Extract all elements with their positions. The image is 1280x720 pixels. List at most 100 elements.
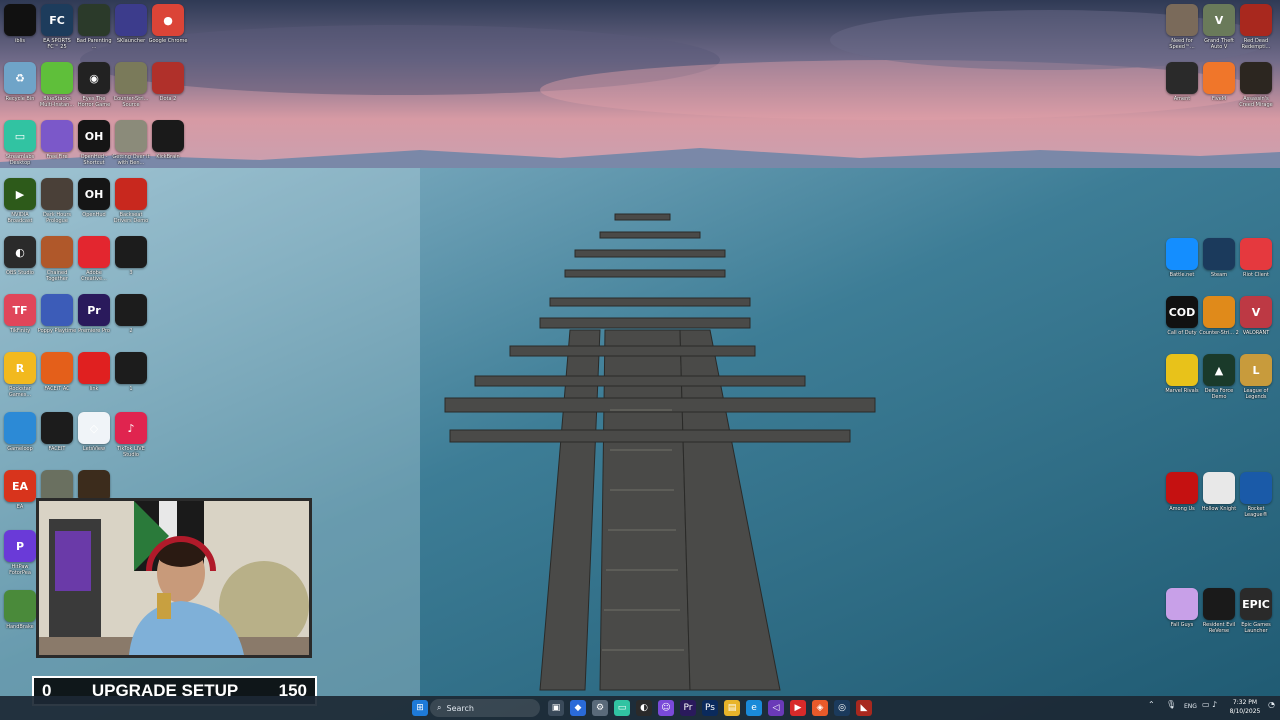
file-explorer-icon[interactable]: ▤ [724,700,740,716]
desktop-icon-battle-net-6[interactable]: Battle.net [1164,238,1200,278]
desktop-icon-hollow-knight-16[interactable]: Hollow Knight [1201,472,1237,512]
desktop-icon-eyes-the-horror-game-7[interactable]: ◉ Eyes The Horror Game [76,62,112,108]
task-view-icon[interactable]: ▣ [548,700,564,716]
desktop-icon-google-chrome-4[interactable]: ● Google Chrome [149,4,187,44]
desktop-icon-adobe-creative-21[interactable]: Adobe Creative... [76,236,112,282]
app-icon [115,236,147,268]
app-icon: ▭ [4,120,36,152]
app-icon [1166,62,1198,94]
photoshop-taskbar-icon[interactable]: Ps [702,700,718,716]
desktop-icon-iblis-0[interactable]: iblis [2,4,38,44]
desktop-icon-dark-hours-prologue-16[interactable]: Dark Hours Prologue [39,178,75,224]
desktop-icon-epic-games-launcher-20[interactable]: EPIC Epic Games Launcher [1238,588,1274,634]
desktop-icon-fall-guys-18[interactable]: Fall Guys [1164,588,1200,628]
desktop-icon-label: Gameloop [7,446,33,452]
steam-taskbar-icon[interactable]: ◎ [834,700,850,716]
youtube-icon[interactable]: ▶ [790,700,806,716]
desktop-icon-red-dead-redempti-2[interactable]: Red Dead Redempti... [1238,4,1274,50]
tray-overflow-chevron-icon[interactable]: ⌃ [1148,700,1155,709]
desktop-icon-hitpaw-fotorpea-38[interactable]: P HitPaw FotorPea [2,530,38,576]
desktop-icon-ament-3[interactable]: Ament [1164,62,1200,102]
desktop-icon-counter-stri-2-10[interactable]: Counter-Stri... 2 [1199,296,1239,336]
desktop-icon-getting-over-it-with-ben-13[interactable]: Getting Over It with Ben... [112,120,150,166]
desktop-icon-tiktok-live-studio-34[interactable]: ♪ TikTok LIVE Studio [113,412,149,458]
desktop-icon-obs-studio-19[interactable]: ◐ OBS Studio [2,236,38,276]
desktop-icon-fivem-4[interactable]: FiveM [1201,62,1237,102]
desktop-icon-3-22[interactable]: 3 [113,236,149,276]
desktop-icon-call-of-duty-9[interactable]: COD Call of Duty [1164,296,1200,336]
premiere-taskbar-icon[interactable]: Pr [680,700,696,716]
faceit-taskbar-icon[interactable]: ◣ [856,700,872,716]
visual-studio-icon[interactable]: ◁ [768,700,784,716]
desktop-icon-handbrake-39[interactable]: HandBrake [2,590,38,630]
app-icon [115,294,147,326]
desktop-icon-among-us-15[interactable]: Among Us [1164,472,1200,512]
volume-icon[interactable]: ♪ [1212,700,1217,709]
taskbar-clock[interactable]: 7:32 PM 8/10/2025 [1224,698,1266,716]
desktop-icon-marvel-rivals-12[interactable]: Marvel Rivals [1164,354,1200,394]
desktop-icon-delta-force-demo-13[interactable]: ▲ Delta Force Demo [1201,354,1237,400]
app-icon [41,352,73,384]
desktop-icon-kickbrain-14[interactable]: KickBrain [150,120,186,160]
desktop-icon-recycle-bin-5[interactable]: ♻ Recycle Bin [2,62,38,102]
discord-taskbar-icon[interactable]: ☺ [658,700,674,716]
desktop-icon-nvidia-broadcast-15[interactable]: ▶ NVIDIA Broadcast [2,178,38,224]
desktop-icon-ea-sports-fc-25-1[interactable]: FC EA SPORTS FC™ 25 [39,4,75,50]
desktop-icon-dota-2-9[interactable]: Dota 2 [150,62,186,102]
desktop-icon-rockstar-games-27[interactable]: R Rockstar Games... [2,352,38,398]
desktop-icon-link-29[interactable]: link [76,352,112,392]
desktop-icon-bluestacks-multi-instan-6[interactable]: BlueStacks Multi-Instan... [39,62,75,108]
desktop-icon-sklauncher-3[interactable]: SKlauncher [113,4,149,44]
desktop-icon-gameloop-31[interactable]: Gameloop [2,412,38,452]
desktop-icon-need-for-speed-0[interactable]: Need for Speed™... [1164,4,1200,50]
desktop-icon-resident-evil-reverse-19[interactable]: Resident Evil ReVerse [1201,588,1237,634]
desktop-icon-grand-theft-auto-v-1[interactable]: V Grand Theft Auto V [1201,4,1237,50]
desktop-icon-free-fire-11[interactable]: Free Fire [39,120,75,160]
microphone-icon[interactable]: 🎙 [1166,700,1176,709]
widgets-icon[interactable]: ◆ [570,700,586,716]
streamlabs-taskbar-icon[interactable]: ▭ [614,700,630,716]
app-icon: R [4,352,36,384]
desktop-icon-ea-35[interactable]: EA EA [2,470,38,510]
desktop-icon-label: Counter-Stri... Source [113,96,149,108]
desktop-icon-label: Delta Force Demo [1204,388,1234,400]
app-icon: V [1203,4,1235,36]
desktop-icon-bad-parenting-2[interactable]: Bad Parenting ... [76,4,112,50]
windows-start-icon[interactable]: ⊞ [412,700,428,716]
notification-bell-icon[interactable]: ◔ [1268,700,1275,709]
desktop-icon-poppy-playtime-24[interactable]: Poppy Playtime [38,294,76,334]
desktop-icon-rocket-league-17[interactable]: Rocket League® [1238,472,1274,518]
desktop-icon-label: OBS Studio [6,270,34,276]
desktop-icon-counter-stri-source-8[interactable]: Counter-Stri... Source [113,62,149,108]
settings-gear-icon[interactable]: ⚙ [592,700,608,716]
desktop-icon-chained-together-20[interactable]: Chained Together [39,236,75,282]
brave-browser-icon[interactable]: ◈ [812,700,828,716]
obs-taskbar-icon[interactable]: ◐ [636,700,652,716]
desktop-icon-2-26[interactable]: 2 [113,294,149,334]
language-indicator[interactable]: ENG [1184,703,1197,710]
taskbar-search-box[interactable]: ⌕ Search [430,699,540,717]
desktop-icon-premiere-pro-25[interactable]: Pr Premiere Pro [76,294,112,334]
desktop-icon-valorant-11[interactable]: V VALORANT [1238,296,1274,336]
desktop-icon-letsview-33[interactable]: ◇ LetsView [76,412,112,452]
desktop-icon-steam-7[interactable]: Steam [1201,238,1237,278]
edge-browser-icon[interactable]: e [746,700,762,716]
app-icon [1166,472,1198,504]
desktop-icon-tikfinity-23[interactable]: TF TikFinity [2,294,38,334]
app-icon: V [1240,296,1272,328]
desktop-icon-backseat-drivers-demo-18[interactable]: Backseat Drivers Demo [113,178,149,224]
desktop-icon-riot-client-8[interactable]: Riot Client [1238,238,1274,278]
desktop-icon-1-30[interactable]: 1 [113,352,149,392]
desktop-icon-streamlabs-desktop-10[interactable]: ▭ Streamlabs Desktop [2,120,38,166]
app-icon: ♻ [4,62,36,94]
app-icon [1166,4,1198,36]
desktop-icon-league-of-legends-14[interactable]: L League of Legends [1238,354,1274,400]
desktop-icon-faceit-ac-28[interactable]: FACEIT AC [39,352,75,392]
network-icon[interactable]: ▭ [1202,700,1210,709]
desktop-icon-openhud-17[interactable]: OH OpenHud [76,178,112,218]
app-icon [78,352,110,384]
desktop-icon-label: 2 [129,328,133,334]
desktop-icon-openhud-shortcut-12[interactable]: OH OpenHud - Shortcut [76,120,112,166]
desktop-icon-faceit-32[interactable]: FACEIT [39,412,75,452]
desktop-icon-assassin-s-creed-mirage-5[interactable]: Assassin's Creed Mirage [1238,62,1274,108]
